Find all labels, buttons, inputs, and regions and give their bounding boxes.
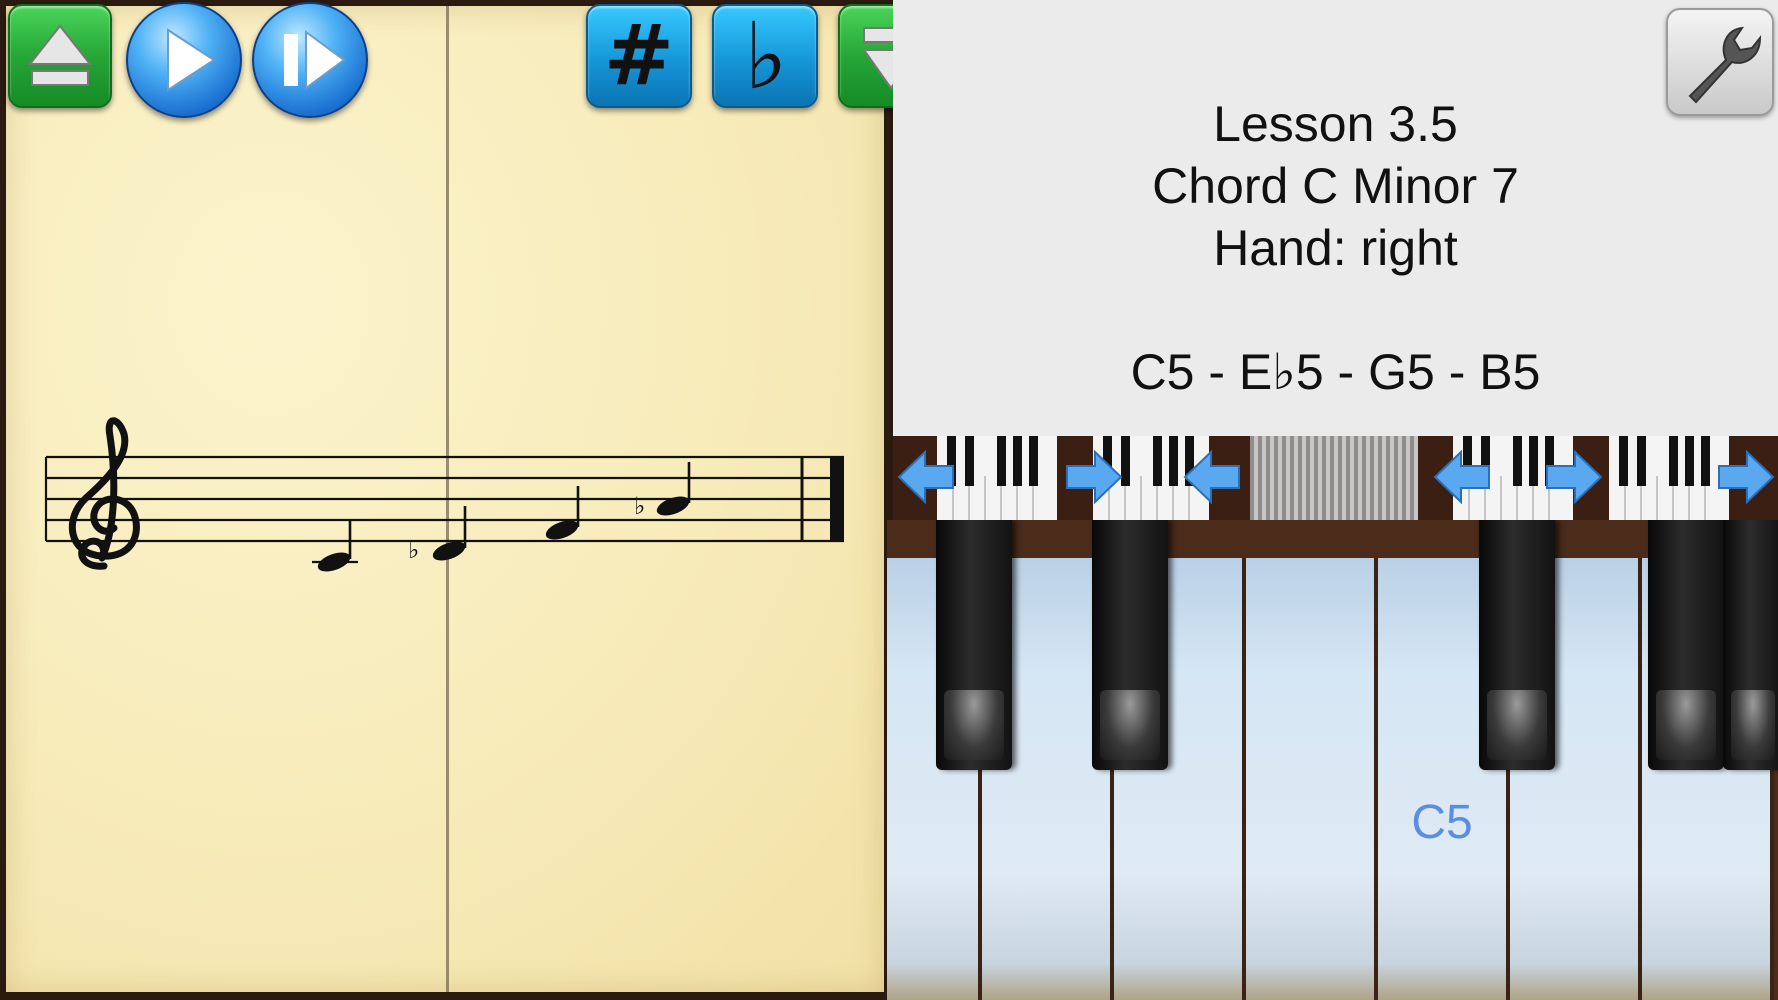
black-key[interactable] — [936, 520, 1012, 770]
note-c5 — [312, 521, 358, 572]
chord-notes: C5 - E♭5 - G5 - B5 — [1130, 344, 1541, 400]
sheet-music-panel: ♭ ♭ — [6, 6, 884, 992]
black-key[interactable] — [1479, 520, 1555, 770]
step-play-button[interactable] — [252, 2, 368, 118]
black-key[interactable] — [1648, 520, 1724, 770]
flat-icon: ♭ — [744, 6, 787, 106]
flat-accidental: ♭ — [634, 493, 645, 520]
arrow-right-icon[interactable] — [1063, 446, 1125, 508]
black-key[interactable] — [1723, 520, 1778, 770]
treble-clef-icon — [68, 417, 140, 570]
arrow-left-icon[interactable] — [895, 446, 957, 508]
note-e-flat5: ♭ — [408, 506, 467, 564]
play-button[interactable] — [126, 2, 242, 118]
piano-keyboard: C5 — [887, 520, 1778, 1000]
arrow-left-icon[interactable] — [1181, 446, 1243, 508]
play-icon — [167, 28, 216, 92]
chord-name: Chord C Minor 7 — [1152, 158, 1519, 214]
sharp-icon: # — [604, 6, 674, 104]
sharp-button[interactable]: # — [586, 4, 692, 108]
settings-button[interactable] — [1666, 8, 1774, 116]
svg-text:♭: ♭ — [744, 6, 787, 106]
lesson-info-panel: Lesson 3.5 Chord C Minor 7 Hand: right C… — [893, 0, 1778, 436]
hand-indicator: Hand: right — [1213, 220, 1458, 276]
white-key[interactable] — [1246, 558, 1378, 1000]
music-staff: ♭ ♭ — [44, 417, 844, 572]
key-note-label: C5 — [1411, 796, 1473, 849]
note-b5: ♭ — [634, 462, 691, 520]
scroll-up-button[interactable] — [8, 4, 112, 108]
current-range-selector[interactable] — [1250, 436, 1418, 520]
flat-accidental: ♭ — [408, 537, 419, 564]
flat-button[interactable]: ♭ — [712, 4, 818, 108]
svg-text:#: # — [604, 6, 674, 104]
note-g5 — [545, 486, 580, 540]
arrow-right-icon[interactable] — [1715, 446, 1777, 508]
wrench-icon — [1688, 26, 1762, 104]
lesson-title: Lesson 3.5 — [1213, 96, 1458, 152]
black-key[interactable] — [1092, 520, 1168, 770]
arrow-left-icon[interactable] — [1431, 446, 1493, 508]
step-play-icon — [284, 30, 346, 90]
eject-up-icon — [27, 24, 93, 86]
arrow-right-icon[interactable] — [1543, 446, 1605, 508]
keyboard-navigator[interactable] — [893, 436, 1778, 520]
